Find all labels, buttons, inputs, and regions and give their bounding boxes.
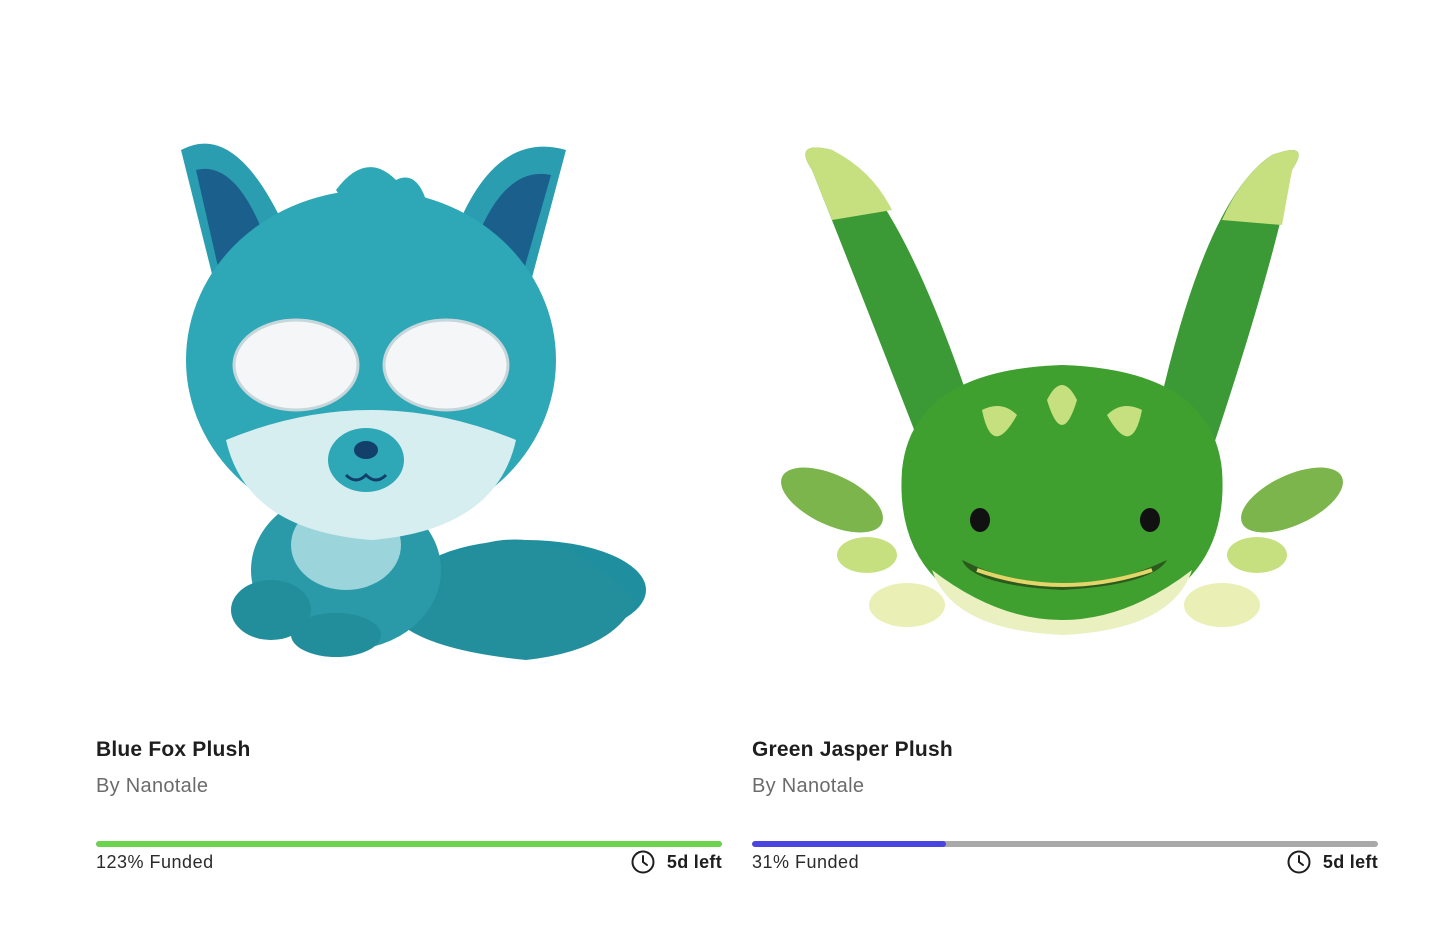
- creator-link[interactable]: By Nanotale: [752, 775, 864, 798]
- clock-icon: [1287, 850, 1311, 874]
- funded-percent-label: 123% Funded: [96, 852, 214, 872]
- creator-label[interactable]: By Nanotale: [752, 775, 864, 797]
- funded-percent-label: 31% Funded: [752, 852, 860, 872]
- creator-label[interactable]: By Nanotale: [96, 775, 208, 797]
- project-title[interactable]: Green Jasper Plush: [752, 738, 953, 762]
- time-left-label: 5d left: [666, 851, 722, 872]
- project-title[interactable]: Blue Fox Plush: [96, 738, 251, 762]
- creator-link[interactable]: By Nanotale: [96, 775, 208, 798]
- blue-fox-plush-image[interactable]: [96, 110, 722, 710]
- project-card-green-jasper[interactable]: Green Jasper Plush By Nanotale 31% Funde…: [752, 0, 1378, 934]
- time-left: 5d left: [631, 850, 722, 874]
- funding-progress-bar: [752, 841, 1378, 847]
- clock-icon: [631, 850, 655, 874]
- funding-progress-fill: [96, 841, 722, 847]
- time-left-label: 5d left: [1322, 851, 1378, 872]
- funding-progress-fill: [752, 841, 947, 847]
- project-card-blue-fox[interactable]: Blue Fox Plush By Nanotale 123% Funded 5…: [96, 0, 722, 934]
- time-left: 5d left: [1287, 850, 1378, 874]
- green-jasper-plush-image[interactable]: [752, 110, 1378, 710]
- funding-progress-bar: [96, 841, 722, 847]
